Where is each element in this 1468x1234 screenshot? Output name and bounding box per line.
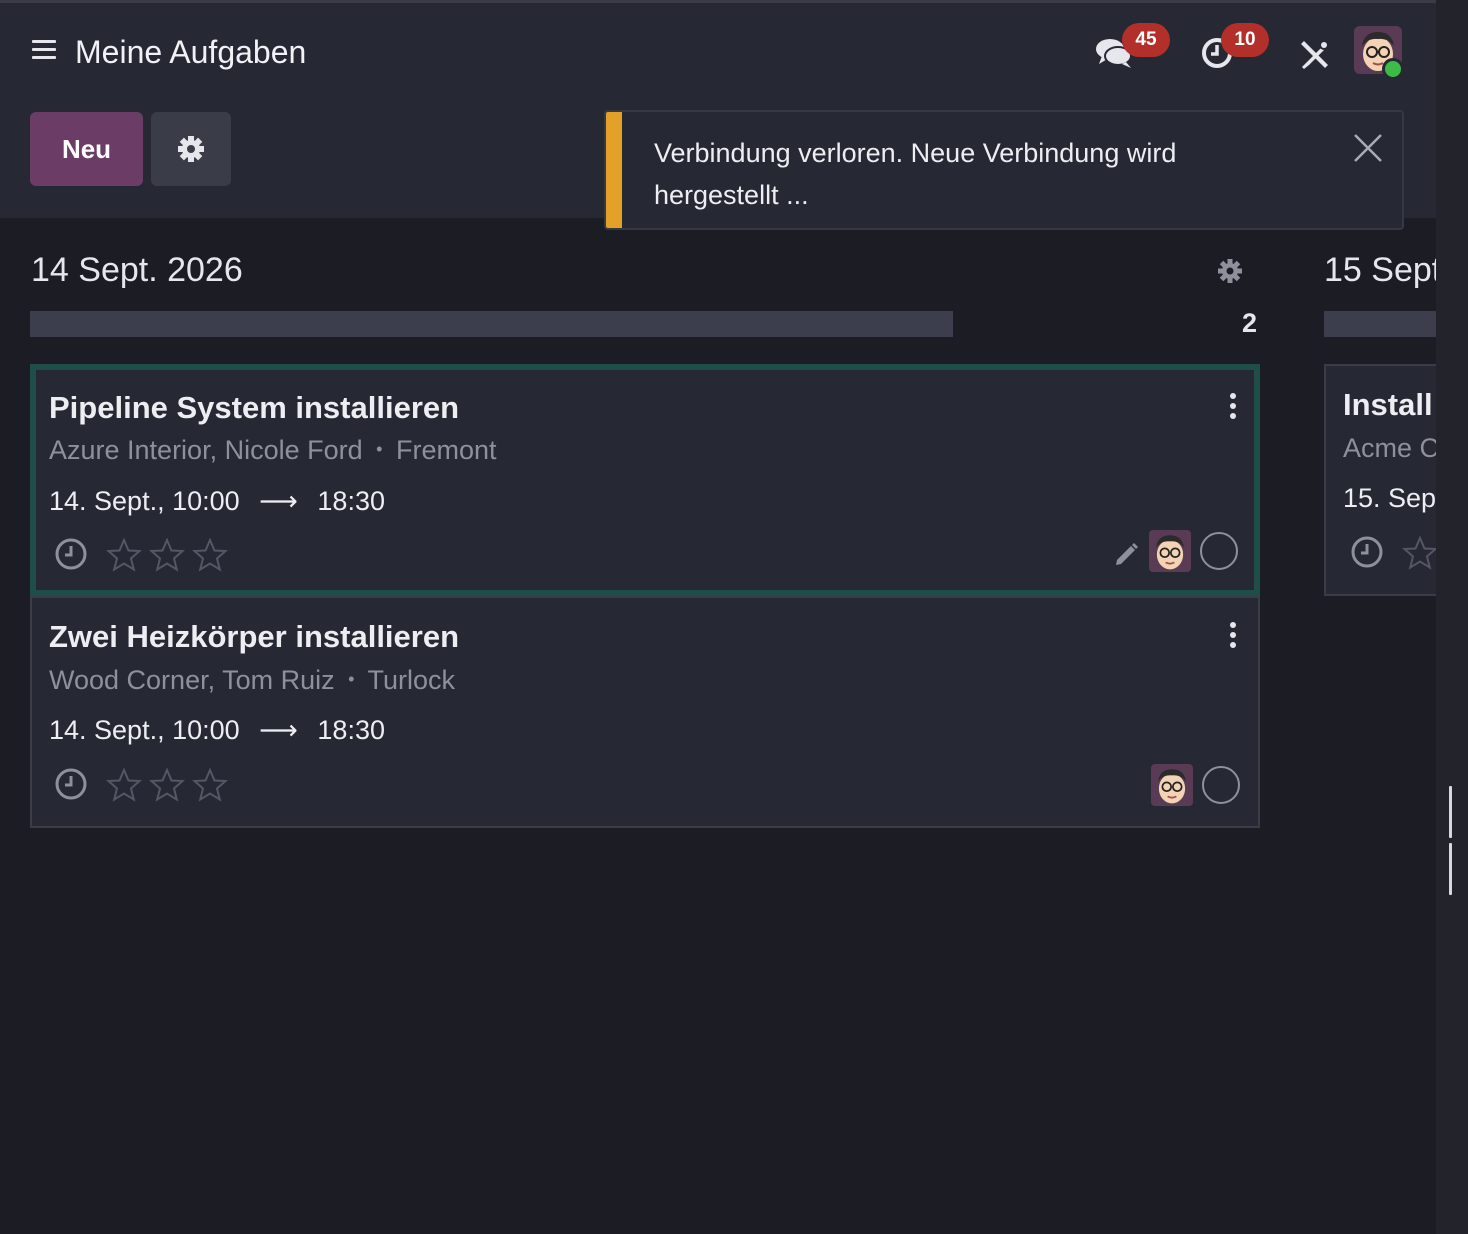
task-card[interactable]: Zwei Heizkörper installieren Wood Corner…	[30, 596, 1260, 828]
activity-clock-button[interactable]	[1350, 535, 1384, 569]
clock-icon	[55, 768, 87, 800]
arrow-icon: ⟶	[259, 486, 298, 516]
star-icon[interactable]	[192, 537, 228, 573]
pencil-icon	[1116, 543, 1138, 565]
card-location: Turlock	[367, 665, 455, 695]
card-customer: Azure Interior, Nicole Ford	[49, 435, 363, 465]
card-customer: Wood Corner, Tom Ruiz	[49, 665, 335, 695]
column-count: 2	[1242, 308, 1258, 338]
card-start: 14. Sept., 10:00	[49, 715, 240, 745]
star-icon[interactable]	[106, 767, 142, 803]
gear-icon	[1218, 259, 1242, 283]
activities-badge: 10	[1221, 23, 1269, 57]
star-icon[interactable]	[149, 537, 185, 573]
debug-tools-button[interactable]	[1298, 37, 1332, 71]
assignee-avatar[interactable]	[1151, 764, 1193, 806]
settings-button[interactable]	[151, 112, 231, 186]
card-end: 18:30	[317, 715, 385, 745]
connection-lost-notification: Verbindung verloren. Neue Verbindung wir…	[604, 110, 1404, 230]
page-title: Meine Aufgaben	[75, 34, 307, 70]
star-icon[interactable]	[149, 767, 185, 803]
menu-icon[interactable]	[32, 40, 56, 62]
column-progress-bar[interactable]	[1324, 311, 1436, 337]
scroll-gutter	[1436, 0, 1468, 1234]
avatar	[1151, 764, 1193, 806]
star-icon[interactable]	[1402, 535, 1436, 571]
task-card[interactable]: Pipeline System installieren Azure Inter…	[30, 364, 1260, 596]
separator-dot: •	[348, 669, 355, 689]
card-start: 14. Sept., 10:00	[49, 486, 240, 516]
clock-icon	[1351, 536, 1383, 568]
task-card[interactable]: Install Acme C 15. Sep	[1324, 364, 1436, 596]
card-dates: 14. Sept., 10:00 ⟶ 18:30	[49, 486, 385, 517]
kanban-state-toggle[interactable]	[1202, 766, 1240, 804]
column-title: 15 Sept	[1324, 251, 1436, 289]
kebab-icon[interactable]	[1225, 622, 1241, 650]
card-subtitle: Azure Interior, Nicole Ford • Fremont	[49, 435, 497, 466]
messages-badge: 45	[1122, 23, 1170, 57]
separator-dot: •	[376, 439, 383, 459]
user-menu-button[interactable]	[1354, 26, 1406, 80]
kanban-state-toggle[interactable]	[1200, 532, 1238, 570]
close-icon[interactable]	[1352, 132, 1384, 164]
card-end: 18:30	[317, 486, 385, 516]
column-progress-bar[interactable]	[30, 311, 953, 337]
resize-handle[interactable]	[1449, 786, 1463, 895]
clock-icon	[55, 538, 87, 570]
card-customer: Acme C	[1343, 433, 1436, 463]
assignee-avatar[interactable]	[1149, 530, 1191, 572]
card-title: Pipeline System installieren	[49, 390, 460, 425]
card-start: 15. Sep	[1343, 483, 1436, 513]
online-status-dot	[1382, 58, 1404, 80]
avatar	[1149, 530, 1191, 572]
activity-clock-button[interactable]	[54, 537, 88, 571]
new-button[interactable]: Neu	[30, 112, 143, 186]
activity-clock-button[interactable]	[54, 767, 88, 801]
app-window: Meine Aufgaben 45 10 Neu 14 Sept. 2026 2…	[0, 0, 1436, 1234]
column-title: 14 Sept. 2026	[31, 251, 243, 289]
card-title: Zwei Heizkörper installieren	[49, 619, 460, 654]
star-icon[interactable]	[106, 537, 142, 573]
card-subtitle: Wood Corner, Tom Ruiz • Turlock	[49, 665, 455, 696]
card-dates: 14. Sept., 10:00 ⟶ 18:30	[49, 715, 385, 746]
notification-message: Verbindung verloren. Neue Verbindung wir…	[654, 138, 1177, 210]
card-title: Install	[1343, 387, 1433, 422]
arrow-icon: ⟶	[259, 715, 298, 745]
column-settings-button[interactable]	[1216, 257, 1244, 285]
card-location: Fremont	[395, 435, 497, 465]
gear-icon	[178, 136, 204, 162]
star-icon[interactable]	[192, 767, 228, 803]
edit-button[interactable]	[1112, 540, 1140, 568]
kebab-icon[interactable]	[1225, 393, 1241, 421]
tools-icon	[1301, 40, 1329, 69]
warning-bar	[606, 112, 622, 228]
